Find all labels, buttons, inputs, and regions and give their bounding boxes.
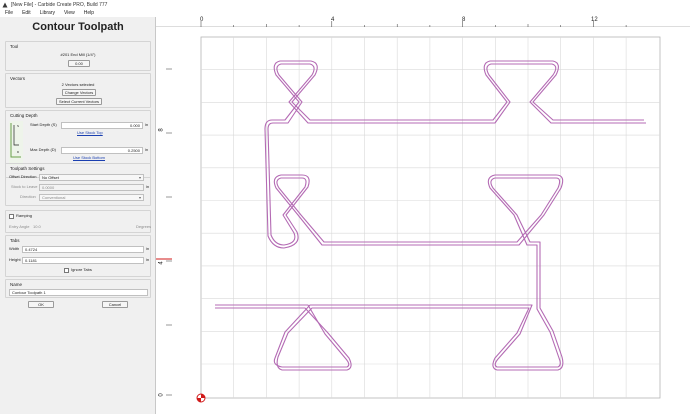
entry-angle-label: Entry Angle xyxy=(9,224,30,229)
tabs-section: Tabs Width 0.4724 in Height 0.1181 in Ig… xyxy=(5,235,151,277)
stock-boundary xyxy=(200,36,661,399)
start-depth-label: Start Depth (S) xyxy=(30,122,57,127)
tab-height-unit: in xyxy=(146,257,150,262)
ramping-label: Ramping xyxy=(16,213,33,218)
chevron-down-icon: ▾ xyxy=(138,195,141,200)
menu-library[interactable]: Library xyxy=(40,10,55,16)
tab-width-input[interactable]: 0.4724 xyxy=(22,246,144,253)
depth-diagram-icon: S D xyxy=(9,121,23,165)
tab-width-label: Width xyxy=(9,246,20,251)
ignore-tabs-checkbox[interactable] xyxy=(64,268,69,273)
ruler-label-y0: 0 xyxy=(158,393,165,397)
cancel-button[interactable]: Cancel xyxy=(102,301,128,308)
ok-button[interactable]: OK xyxy=(28,301,54,308)
toolpath-settings-section: Toolpath Settings Offset Direction No Of… xyxy=(5,163,151,206)
app-icon xyxy=(2,2,8,7)
tab-height-label: Height xyxy=(9,257,21,262)
stock-to-leave-unit: in xyxy=(146,184,150,189)
max-depth-unit: in xyxy=(145,147,149,152)
offset-direction-value: No Offset xyxy=(42,175,59,180)
menu-edit[interactable]: Edit xyxy=(22,10,31,16)
ignore-tabs-label: Ignore Tabs xyxy=(71,267,92,272)
tool-section-label: Tool xyxy=(10,44,19,49)
ruler-label-x12: 12 xyxy=(591,17,598,23)
toolpath-name-input[interactable]: Contour Toolpath 1 xyxy=(9,289,148,296)
left-ruler: 8 4 0 xyxy=(156,27,172,414)
name-section: Name Contour Toolpath 1 xyxy=(5,279,151,298)
stock-to-leave-label: Stock to Leave xyxy=(11,184,38,189)
ruler-label-x0: 0 xyxy=(200,17,204,23)
tab-height-input[interactable]: 0.1181 xyxy=(22,257,144,264)
tab-width-unit: in xyxy=(146,246,150,251)
entry-angle-value[interactable]: 10.0 xyxy=(33,224,41,230)
top-ruler-ticks xyxy=(200,21,627,27)
use-stock-top-link[interactable]: Use Stock Top xyxy=(77,130,103,136)
direction-label: Direction xyxy=(20,194,36,199)
start-depth-unit: in xyxy=(145,122,149,127)
direction-select[interactable]: Conventional ▾ xyxy=(39,194,144,201)
menu-view[interactable]: View xyxy=(64,10,75,16)
max-depth-input[interactable]: 0.2500 xyxy=(61,147,143,154)
offset-direction-label: Offset Direction xyxy=(9,174,37,179)
design-canvas[interactable] xyxy=(172,27,690,414)
ramping-checkbox[interactable] xyxy=(9,214,14,219)
vectors-section-label: Vectors xyxy=(10,76,26,81)
ruler-label-x8: 8 xyxy=(462,17,466,23)
menu-help[interactable]: Help xyxy=(84,10,94,16)
toolpath-settings-label: Toolpath Settings xyxy=(10,166,45,171)
stock-to-leave-input[interactable]: 0.0000 xyxy=(39,184,144,191)
svg-text:S: S xyxy=(17,124,19,128)
menu-file[interactable]: File xyxy=(5,10,13,16)
top-ruler: 0 4 8 12 xyxy=(156,17,690,27)
ruler-label-x4: 4 xyxy=(331,17,335,23)
ramping-section: Ramping Entry Angle 10.0 Degrees xyxy=(5,210,151,233)
tabs-section-label: Tabs xyxy=(10,238,20,243)
entry-angle-unit: Degrees xyxy=(136,224,152,229)
ruler-label-y8: 8 xyxy=(158,128,165,132)
use-stock-bottom-link[interactable]: Use Stock Bottom xyxy=(73,155,105,161)
tool-section: Tool #201 End Mill (1/4") 0.00 xyxy=(5,41,151,71)
direction-value: Conventional xyxy=(42,195,66,200)
max-depth-label: Max Depth (D) xyxy=(30,147,57,152)
change-vectors-button[interactable]: Change Vectors xyxy=(62,89,96,96)
window-title: [New File] - Carbide Create PRO, Build 7… xyxy=(11,1,108,8)
toolpath-panel: Contour Toolpath Tool #201 End Mill (1/4… xyxy=(0,17,156,414)
menu-bar: File Edit Library View Help xyxy=(0,9,690,17)
cutting-depth-label: Cutting Depth xyxy=(10,113,38,118)
vectors-selected-text: 2 Vectors selected xyxy=(61,82,95,87)
tool-select-button[interactable]: 0.00 xyxy=(68,60,90,67)
start-depth-input[interactable]: 0.000 xyxy=(61,122,143,129)
select-current-vectors-button[interactable]: Select Current Vectors xyxy=(56,98,102,105)
tool-name: #201 End Mill (1/4") xyxy=(60,52,96,57)
origin-marker-icon xyxy=(196,393,206,403)
title-bar: [New File] - Carbide Create PRO, Build 7… xyxy=(0,0,690,9)
chevron-down-icon: ▾ xyxy=(138,175,141,180)
name-section-label: Name xyxy=(10,282,23,287)
vectors-section: Vectors 2 Vectors selected Change Vector… xyxy=(5,73,151,108)
panel-title: Contour Toolpath xyxy=(32,21,124,33)
left-ruler-ticks xyxy=(156,68,172,396)
canvas-drawing[interactable] xyxy=(172,27,690,414)
offset-direction-select[interactable]: No Offset ▾ xyxy=(39,174,144,181)
ruler-label-y4: 4 xyxy=(158,261,165,265)
